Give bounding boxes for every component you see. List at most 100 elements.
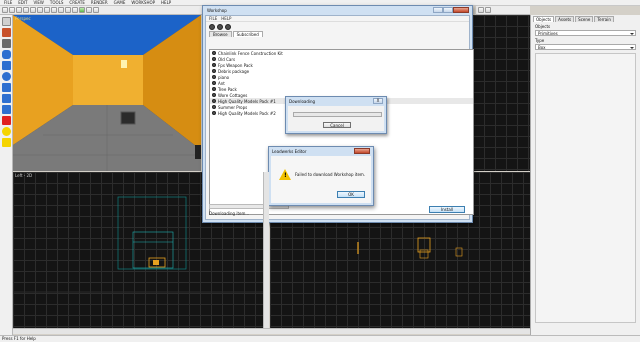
forward-icon[interactable] <box>217 23 223 30</box>
open-file-icon[interactable] <box>9 7 15 13</box>
menu-help[interactable]: HELP <box>159 0 173 5</box>
new-file-icon[interactable] <box>2 7 8 13</box>
sphere-brush-icon[interactable] <box>1 72 11 81</box>
camera-icon[interactable] <box>1 94 11 103</box>
viewport-vscrollbar[interactable] <box>263 172 269 328</box>
tab-scene[interactable]: Scene <box>575 16 594 22</box>
steam-icon <box>212 75 216 79</box>
item-label: High Quality Models Pack #2 <box>218 110 276 116</box>
right-panel: Objects Assets Scene Terrain Objects Pri… <box>530 15 640 335</box>
select-icon[interactable] <box>37 7 43 13</box>
workshop-menu-help[interactable]: HELP <box>221 16 231 21</box>
menu-view[interactable]: VIEW <box>31 0 45 5</box>
viewport-hscrollbar[interactable] <box>13 328 530 334</box>
panel-body <box>535 53 636 323</box>
cone-brush-icon[interactable] <box>1 61 11 70</box>
refresh-icon[interactable] <box>225 23 231 30</box>
wedge-brush-icon[interactable] <box>1 39 11 48</box>
menu-game[interactable]: GAME <box>112 0 128 5</box>
front-view-geometry <box>473 15 530 171</box>
play-icon[interactable] <box>79 7 85 13</box>
item-label: Debris package <box>218 68 250 74</box>
material-icon[interactable] <box>93 7 99 13</box>
save-icon[interactable] <box>16 7 22 13</box>
item-label: Old Cars <box>218 56 236 62</box>
error-window-controls <box>354 148 370 154</box>
steam-icon <box>212 105 216 109</box>
steam-icon <box>212 99 216 103</box>
item-label: High Quality Models Pack #1 <box>218 98 276 104</box>
item-label: Tree Pack <box>218 86 237 92</box>
download-progress-bar <box>293 112 382 117</box>
move-icon[interactable] <box>44 7 50 13</box>
close-button[interactable]: X <box>373 98 383 104</box>
type-label: Type <box>535 38 545 43</box>
menu-render[interactable]: RENDER <box>89 0 110 5</box>
close-button[interactable] <box>453 7 469 13</box>
objects-label: Objects <box>535 24 551 29</box>
snap-icon[interactable] <box>65 7 71 13</box>
grid-icon[interactable] <box>72 7 78 13</box>
status-bar: Press F1 for Help <box>0 335 640 342</box>
script-icon[interactable] <box>86 7 92 13</box>
rotate-icon[interactable] <box>51 7 57 13</box>
pivot-icon[interactable] <box>1 138 11 147</box>
steam-icon <box>212 51 216 55</box>
scale-icon[interactable] <box>58 7 64 13</box>
cancel-button[interactable]: Cancel <box>323 122 351 128</box>
steam-icon <box>212 81 216 85</box>
tab-subscribed[interactable]: Subscribed <box>232 31 263 37</box>
tab-objects[interactable]: Objects <box>533 16 555 22</box>
main-toolbar <box>0 6 202 15</box>
menu-create[interactable]: CREATE <box>67 0 87 5</box>
error-message: Failed to download Workshop item. <box>295 172 366 177</box>
redo-icon[interactable] <box>30 7 36 13</box>
item-label: Summer Props <box>218 104 248 110</box>
menu-edit[interactable]: EDIT <box>16 0 29 5</box>
panel-tabs: Objects Assets Scene Terrain <box>531 15 640 22</box>
pyramid-brush-icon[interactable] <box>1 83 11 92</box>
steam-icon <box>212 87 216 91</box>
object-toolbox <box>0 15 13 335</box>
workshop-title: Workshop <box>207 8 227 13</box>
cylinder-brush-icon[interactable] <box>1 50 11 59</box>
layout-icon[interactable] <box>485 7 491 13</box>
undo-icon[interactable] <box>23 7 29 13</box>
perspective-viewport[interactable]: Perspec <box>13 15 201 171</box>
ok-button[interactable]: OK <box>337 191 365 198</box>
minimize-button[interactable] <box>433 7 443 13</box>
item-label: Wore Cottages <box>218 92 248 98</box>
front-viewport[interactable] <box>473 15 530 171</box>
install-button[interactable]: Install <box>429 206 465 213</box>
window-controls <box>433 7 469 13</box>
back-icon[interactable] <box>209 23 215 30</box>
decal-icon[interactable] <box>1 116 11 125</box>
maximize-button[interactable] <box>443 7 453 13</box>
item-label: Ant <box>218 80 225 86</box>
view-toggle-icon[interactable] <box>478 7 484 13</box>
cursor-tool-icon[interactable] <box>1 17 11 26</box>
error-dialog-body: ! Failed to download Workshop item. OK <box>271 156 371 203</box>
menu-workshop[interactable]: WORKSHOP <box>129 0 157 5</box>
bulb-icon[interactable] <box>1 127 11 136</box>
downloading-dialog: Downloading X Cancel <box>285 96 387 134</box>
objects-select[interactable]: Primitives <box>535 30 636 36</box>
error-dialog: Leadwerks Editor ! Failed to download Wo… <box>268 146 374 206</box>
warning-icon: ! <box>279 169 291 180</box>
steam-icon <box>212 69 216 73</box>
scene-render <box>13 15 201 171</box>
light-icon[interactable] <box>1 105 11 114</box>
menu-file[interactable]: FILE <box>2 0 14 5</box>
type-select[interactable]: Box <box>535 44 636 50</box>
workshop-menu-file[interactable]: FILE <box>209 16 217 21</box>
menu-tools[interactable]: TOOLS <box>48 0 66 5</box>
steam-icon <box>212 111 216 115</box>
tab-assets[interactable]: Assets <box>555 16 575 22</box>
workshop-nav <box>206 22 469 31</box>
steam-icon <box>212 93 216 97</box>
box-brush-icon[interactable] <box>1 28 11 37</box>
tab-browse[interactable]: Browse <box>209 31 232 37</box>
tab-terrain[interactable]: Terrain <box>594 16 614 22</box>
steam-icon <box>212 63 216 67</box>
close-button[interactable] <box>354 148 370 154</box>
